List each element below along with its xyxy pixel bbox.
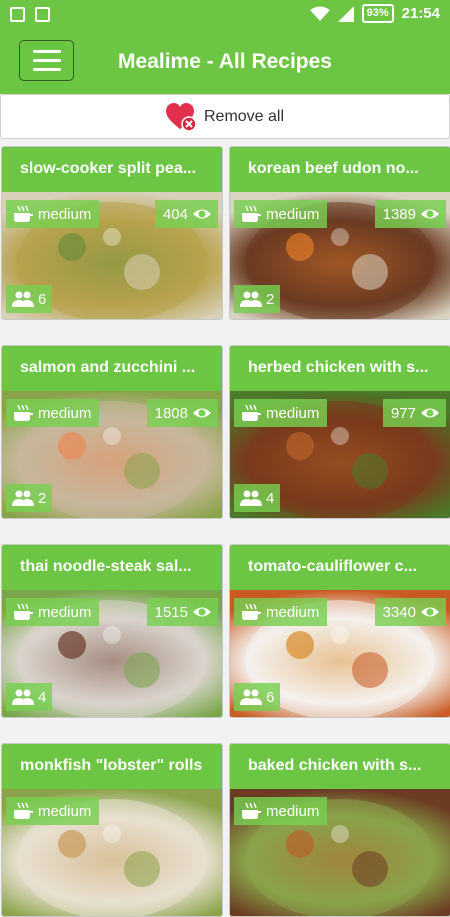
servings-count: 2	[38, 489, 47, 507]
wifi-icon	[309, 6, 330, 21]
difficulty-label: medium	[266, 404, 320, 422]
recipe-card[interactable]: salmon and zucchini ... medium 1808 2	[1, 345, 223, 519]
cooking-pot-icon	[242, 603, 261, 620]
difficulty-badge: medium	[234, 200, 328, 228]
people-icon	[240, 291, 262, 307]
people-icon	[12, 689, 34, 705]
views-badge: 1389	[374, 200, 446, 228]
servings-badge: 2	[234, 285, 281, 313]
views-count: 1389	[382, 205, 416, 223]
recipe-card[interactable]: herbed chicken with s... medium 977 4	[229, 345, 450, 519]
difficulty-label: medium	[266, 603, 320, 621]
image-notification-icon	[35, 7, 50, 22]
eye-icon	[421, 408, 439, 418]
servings-count: 4	[266, 489, 275, 507]
recipe-title: monkfish "lobster" rolls	[2, 744, 222, 789]
cooking-pot-icon	[242, 802, 261, 819]
views-badge: 1515	[146, 598, 218, 626]
servings-count: 6	[38, 290, 47, 308]
difficulty-label: medium	[38, 802, 92, 820]
status-bar: 93% 21:54	[0, 0, 450, 30]
servings-count: 2	[266, 290, 275, 308]
recipe-card[interactable]: monkfish "lobster" rolls medium	[1, 743, 223, 917]
recipe-card[interactable]: baked chicken with s... medium	[229, 743, 450, 917]
cooking-pot-icon	[14, 603, 33, 620]
recipe-title: tomato-cauliflower c...	[230, 545, 450, 590]
eye-icon	[421, 607, 439, 617]
servings-badge: 4	[234, 484, 281, 512]
notification-icon	[10, 7, 25, 22]
difficulty-badge: medium	[6, 399, 100, 427]
difficulty-badge: medium	[6, 797, 100, 825]
difficulty-label: medium	[266, 802, 320, 820]
recipe-card[interactable]: tomato-cauliflower c... medium 3340 6	[229, 544, 450, 718]
eye-icon	[421, 209, 439, 219]
remove-all-label: Remove all	[203, 107, 285, 125]
difficulty-badge: medium	[234, 598, 328, 626]
recipe-title: salmon and zucchini ...	[2, 346, 222, 391]
recipe-title: thai noodle-steak sal...	[2, 545, 222, 590]
app-bar: Mealime - All Recipes	[0, 30, 450, 94]
recipe-title: herbed chicken with s...	[230, 346, 450, 391]
eye-icon	[193, 408, 211, 418]
cooking-pot-icon	[14, 802, 33, 819]
difficulty-label: medium	[38, 205, 92, 223]
recipe-title: slow-cooker split pea...	[2, 147, 222, 192]
difficulty-badge: medium	[6, 200, 100, 228]
views-count: 3340	[382, 603, 416, 621]
difficulty-label: medium	[38, 404, 92, 422]
views-count: 977	[390, 404, 416, 422]
cooking-pot-icon	[14, 205, 33, 222]
servings-count: 6	[266, 688, 275, 706]
difficulty-badge: medium	[234, 797, 328, 825]
servings-badge: 6	[6, 285, 53, 313]
recipe-title: korean beef udon no...	[230, 147, 450, 192]
views-badge: 1808	[146, 399, 218, 427]
eye-icon	[193, 209, 211, 219]
cooking-pot-icon	[242, 205, 261, 222]
page-title: Mealime - All Recipes	[118, 50, 332, 73]
recipe-card[interactable]: slow-cooker split pea... medium 404 6	[1, 146, 223, 320]
views-badge: 3340	[374, 598, 446, 626]
clock: 21:54	[401, 5, 440, 22]
people-icon	[12, 291, 34, 307]
difficulty-label: medium	[38, 603, 92, 621]
cooking-pot-icon	[242, 404, 261, 421]
people-icon	[240, 490, 262, 506]
remove-all-button[interactable]: Remove all	[0, 94, 450, 139]
eye-icon	[193, 607, 211, 617]
recipe-card[interactable]: korean beef udon no... medium 1389 2	[229, 146, 450, 320]
difficulty-badge: medium	[234, 399, 328, 427]
servings-badge: 4	[6, 683, 53, 711]
recipe-card[interactable]: thai noodle-steak sal... medium 1515 4	[1, 544, 223, 718]
signal-icon	[337, 5, 354, 22]
broken-heart-icon	[165, 102, 197, 131]
servings-count: 4	[38, 688, 47, 706]
servings-badge: 2	[6, 484, 53, 512]
cooking-pot-icon	[14, 404, 33, 421]
views-count: 404	[162, 205, 188, 223]
views-count: 1515	[154, 603, 188, 621]
battery-indicator: 93%	[361, 4, 394, 23]
people-icon	[240, 689, 262, 705]
views-count: 1808	[154, 404, 188, 422]
difficulty-label: medium	[266, 205, 320, 223]
servings-badge: 6	[234, 683, 281, 711]
difficulty-badge: medium	[6, 598, 100, 626]
people-icon	[12, 490, 34, 506]
views-badge: 977	[382, 399, 446, 427]
recipe-title: baked chicken with s...	[230, 744, 450, 789]
views-badge: 404	[154, 200, 218, 228]
